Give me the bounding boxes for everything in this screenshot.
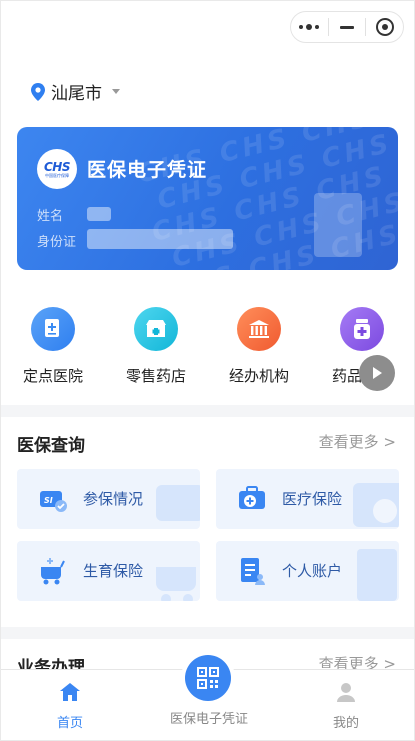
- nav-e-certificate-label: 医保电子凭证: [169, 712, 248, 727]
- location-pin-icon: [31, 82, 45, 101]
- nav-home[interactable]: 首页: [39, 682, 101, 731]
- tile-personal-account[interactable]: 个人账户: [216, 541, 399, 601]
- tile-watermark-icon: [357, 549, 397, 601]
- nav-mine-label: 我的: [332, 716, 359, 731]
- section-divider: [1, 627, 414, 639]
- tile-watermark-icon: [156, 485, 200, 521]
- tile-label: 医疗保险: [282, 490, 343, 508]
- shortcut-label: 经办机构: [228, 367, 289, 385]
- medical-insurance-card[interactable]: CHS CHS CHS CHS CHS CHS CHS CHS CHS CHS C…: [17, 127, 398, 270]
- play-icon: [373, 367, 382, 379]
- more-dots-icon: [299, 24, 320, 30]
- shortcut-label: 定点医院: [22, 367, 83, 385]
- city-selector[interactable]: 汕尾市: [31, 79, 120, 104]
- chs-logo: CHS 中国医疗保障: [37, 149, 77, 189]
- pharmacy-icon: [134, 307, 178, 351]
- tile-label: 生育保险: [83, 562, 144, 580]
- account-document-icon: [241, 558, 265, 585]
- card-title: 医保电子凭证: [87, 159, 208, 181]
- stroller-icon: [41, 558, 65, 585]
- tile-label: 个人账户: [282, 562, 343, 580]
- institution-icon: [237, 307, 281, 351]
- id-label: 身份证: [37, 235, 77, 250]
- name-value-masked: [87, 207, 111, 221]
- minus-icon: [340, 25, 354, 29]
- tile-watermark-icon: [353, 483, 399, 527]
- name-label: 姓名: [37, 209, 64, 224]
- floating-scroll-button[interactable]: [359, 355, 395, 391]
- more-menu-button[interactable]: [291, 12, 328, 42]
- hospital-icon: [31, 307, 75, 351]
- close-miniprogram-button[interactable]: [366, 12, 403, 42]
- query-section-title: 医保查询: [17, 436, 85, 456]
- tile-watermark-icon: [156, 567, 196, 601]
- city-name: 汕尾市: [51, 84, 102, 104]
- shortcut-grid: 定点医院 零售药店 经办机构 药品目录: [1, 307, 414, 387]
- tile-medical-insurance[interactable]: 医疗保险: [216, 469, 399, 529]
- shortcut-designated-hospital[interactable]: 定点医院: [8, 307, 98, 386]
- medical-kit-icon: [239, 486, 265, 509]
- query-more-link[interactable]: 查看更多 >: [319, 431, 396, 452]
- tile-label: 参保情况: [83, 490, 144, 508]
- nav-e-certificate[interactable]: 医保电子凭证: [153, 708, 265, 727]
- qr-code-button[interactable]: [185, 655, 231, 701]
- target-icon: [375, 18, 394, 36]
- medicine-icon: [340, 307, 384, 351]
- nav-home-label: 首页: [56, 716, 83, 731]
- shortcut-retail-pharmacy[interactable]: 零售药店: [111, 307, 201, 386]
- app-screen: 汕尾市 CHS CHS CHS CHS CHS CHS CHS CHS CHS C…: [0, 0, 415, 741]
- tile-insurance-status[interactable]: SI 参保情况: [17, 469, 200, 529]
- id-value-masked: [87, 229, 233, 249]
- insurance-status-icon: SI: [40, 491, 67, 512]
- qr-code-icon: [197, 667, 219, 689]
- section-divider: [1, 405, 414, 417]
- minimize-button[interactable]: [329, 12, 366, 42]
- nav-mine[interactable]: 我的: [315, 682, 377, 731]
- chevron-down-icon: [112, 89, 120, 94]
- user-icon: [337, 683, 355, 702]
- shortcut-label: 零售药店: [125, 367, 186, 385]
- home-icon: [60, 683, 80, 701]
- shortcut-agency[interactable]: 经办机构: [214, 307, 304, 386]
- photo-masked: [314, 193, 362, 257]
- svg-text:SI: SI: [44, 496, 53, 505]
- miniprogram-capsule: [290, 11, 404, 43]
- tile-maternity-insurance[interactable]: 生育保险: [17, 541, 200, 601]
